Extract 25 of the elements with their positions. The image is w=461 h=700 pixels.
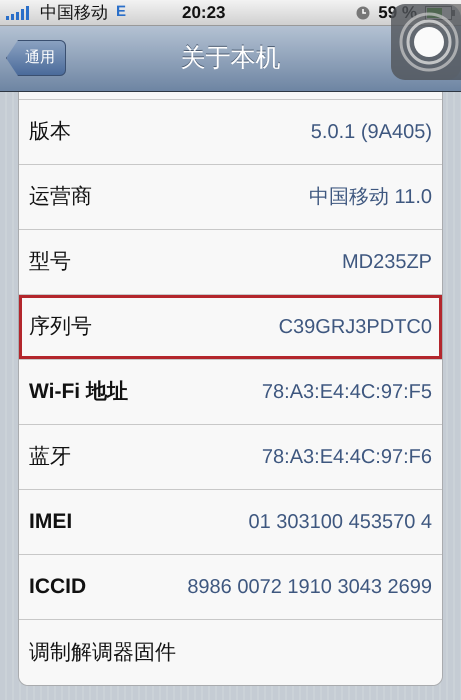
row-value: 78:A3:E4:4C:97:F5	[262, 380, 432, 405]
signal-icon	[6, 6, 32, 20]
row-value: 78:A3:E4:4C:97:F6	[262, 445, 432, 470]
row-label: IMEI	[29, 509, 72, 536]
row-label: 序列号	[29, 314, 92, 340]
row-label: 蓝牙	[29, 444, 71, 470]
row-value: 01 303100 453570 4	[248, 510, 432, 535]
row-value: 5.0.1 (9A405)	[310, 120, 432, 145]
row-label: 运营商	[29, 184, 92, 210]
row-value: MD235ZP	[342, 250, 432, 275]
row-label: ICCID	[29, 574, 86, 600]
network-type: E	[116, 2, 126, 22]
row-label: 调制解调器固件	[29, 640, 176, 666]
clock-icon	[356, 6, 370, 20]
battery-percent: 59 %	[378, 2, 417, 24]
back-button[interactable]: 通用	[6, 40, 66, 76]
row-label: 型号	[29, 249, 71, 276]
carrier-name: 中国移动	[40, 2, 108, 24]
row-value: 中国移动 11.0	[309, 185, 432, 210]
row-label: 版本	[29, 119, 71, 146]
row-value: 8986 0072 1910 3043 2699	[187, 575, 432, 600]
row-label: Wi-Fi 地址	[29, 379, 128, 406]
row-value: C39GRJ3PDTC0	[278, 315, 432, 340]
page-title: 关于本机	[180, 42, 280, 74]
clock-time: 20:23	[182, 2, 226, 24]
